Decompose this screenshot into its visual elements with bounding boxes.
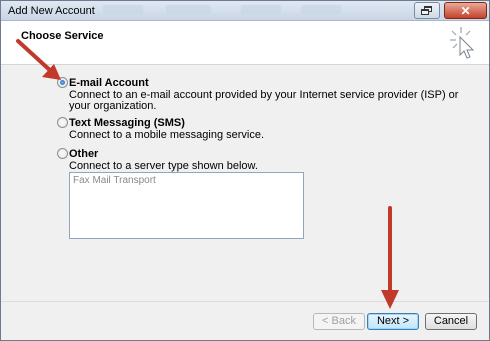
background-toolbar-blur	[241, 5, 281, 14]
background-toolbar-blur	[166, 5, 211, 14]
close-icon: ✕	[460, 3, 471, 18]
window-title: Add New Account	[8, 5, 95, 17]
wizard-cursor-icon	[450, 27, 475, 59]
dialog-header: Choose Service	[1, 21, 489, 65]
add-account-dialog: Add New Account ✕ Choose Service E-mail …	[0, 0, 490, 341]
server-type-list[interactable]: Fax Mail Transport	[69, 172, 304, 239]
text-messaging-radio[interactable]	[57, 117, 68, 128]
text-messaging-description: Connect to a mobile messaging service.	[69, 129, 265, 141]
close-button[interactable]: ✕	[444, 2, 487, 19]
next-button[interactable]: Next >	[367, 313, 419, 330]
restore-icon	[421, 6, 433, 15]
email-account-radio[interactable]	[57, 77, 68, 88]
list-item[interactable]: Fax Mail Transport	[73, 175, 156, 186]
background-toolbar-blur	[103, 5, 143, 14]
other-radio[interactable]	[57, 148, 68, 159]
restore-button[interactable]	[414, 2, 440, 19]
text-messaging-label: Text Messaging (SMS)	[69, 117, 185, 129]
title-bar: Add New Account ✕	[1, 1, 489, 21]
page-title: Choose Service	[21, 30, 104, 42]
back-button[interactable]: < Back	[313, 313, 365, 330]
email-account-label: E-mail Account	[69, 77, 149, 89]
other-description: Connect to a server type shown below.	[69, 160, 258, 172]
email-account-description: your organization.	[69, 100, 157, 112]
other-label: Other	[69, 148, 99, 160]
divider	[1, 301, 489, 302]
background-toolbar-blur	[301, 5, 341, 14]
arrow-to-next-button-icon	[381, 206, 399, 309]
cancel-button[interactable]: Cancel	[425, 313, 477, 330]
